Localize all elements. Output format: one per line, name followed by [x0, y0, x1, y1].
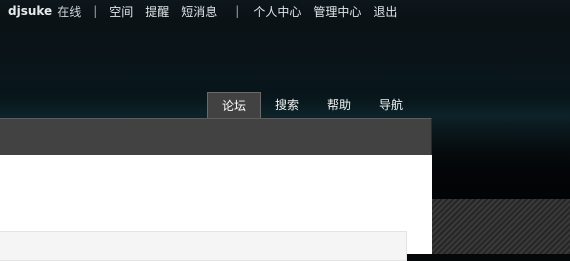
nav-tab-forum[interactable]: 论坛 — [207, 92, 261, 118]
online-status: 在线 — [57, 4, 82, 19]
nav-tab-search[interactable]: 搜索 — [261, 92, 313, 118]
content-area — [0, 155, 432, 261]
nav-tab-help[interactable]: 帮助 — [313, 92, 365, 118]
content-panel — [0, 231, 407, 261]
admin-center-link[interactable]: 管理中心 — [313, 3, 361, 20]
messages-link[interactable]: 短消息 — [181, 3, 217, 20]
top-user-bar: djsuke 在线 | 空间 提醒 短消息 | 个人中心 管理中心 退出 — [0, 0, 570, 22]
separator: | — [93, 4, 98, 18]
logout-link[interactable]: 退出 — [373, 3, 397, 20]
notifications-link[interactable]: 提醒 — [145, 3, 169, 20]
username-link[interactable]: djsuke — [8, 4, 52, 18]
sub-toolbar — [0, 118, 432, 155]
separator: | — [235, 4, 240, 18]
space-link[interactable]: 空间 — [109, 3, 133, 20]
nav-tab-navigation[interactable]: 导航 — [365, 92, 417, 118]
main-nav: 论坛 搜索 帮助 导航 — [207, 92, 417, 118]
sidebar-pattern — [432, 199, 570, 254]
user-center-link[interactable]: 个人中心 — [253, 3, 301, 20]
